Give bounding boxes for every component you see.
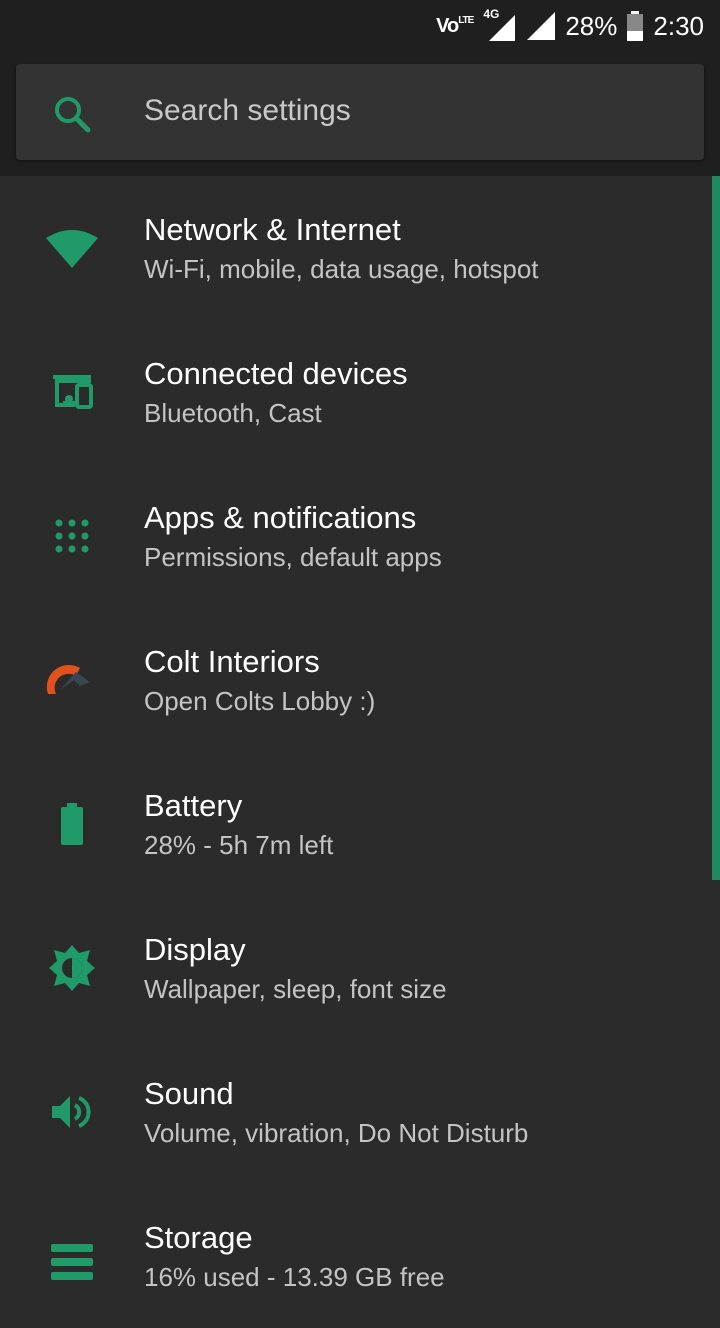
colt-logo-icon	[40, 652, 104, 708]
settings-item-storage[interactable]: Storage 16% used - 13.39 GB free	[0, 1184, 710, 1328]
search-bar[interactable]: Search settings	[16, 64, 704, 160]
battery-percent: 28%	[565, 10, 618, 41]
item-title: Battery	[144, 788, 243, 823]
volte-lte-icon: VoLTE	[436, 14, 474, 37]
settings-item-network[interactable]: Network & Internet Wi-Fi, mobile, data u…	[0, 176, 710, 320]
item-title: Sound	[144, 1076, 234, 1111]
search-icon	[55, 97, 91, 133]
brightness-icon	[40, 940, 104, 996]
settings-item-colt-interiors[interactable]: Colt Interiors Open Colts Lobby :)	[0, 608, 710, 752]
item-subtitle: Wi-Fi, mobile, data usage, hotspot	[144, 254, 539, 284]
item-title: Colt Interiors	[144, 644, 320, 679]
item-subtitle: 28% - 5h 7m left	[144, 830, 334, 860]
battery-icon	[627, 11, 644, 41]
scrollbar[interactable]	[712, 176, 720, 880]
item-subtitle: Open Colts Lobby :)	[144, 686, 376, 716]
item-title: Storage	[144, 1220, 253, 1255]
item-title: Display	[144, 932, 246, 967]
settings-item-battery[interactable]: Battery 28% - 5h 7m left	[0, 752, 710, 896]
item-subtitle: Wallpaper, sleep, font size	[144, 974, 447, 1004]
wifi-icon	[40, 220, 104, 276]
devices-icon	[40, 364, 104, 420]
settings-item-apps[interactable]: Apps & notifications Permissions, defaul…	[0, 464, 710, 608]
item-subtitle: Permissions, default apps	[144, 542, 442, 572]
settings-list[interactable]: Network & Internet Wi-Fi, mobile, data u…	[0, 176, 720, 1292]
settings-item-sound[interactable]: Sound Volume, vibration, Do Not Disturb	[0, 1040, 710, 1184]
volume-icon	[40, 1084, 104, 1140]
header-area: VoLTE 4G 28% 2:30 Search settings	[0, 0, 720, 176]
item-subtitle: Bluetooth, Cast	[144, 398, 322, 428]
item-subtitle: 16% used - 13.39 GB free	[144, 1262, 445, 1292]
signal-icon	[527, 12, 556, 40]
signal-4g-icon: 4G	[483, 7, 517, 41]
battery-icon	[40, 796, 104, 852]
settings-item-connected-devices[interactable]: Connected devices Bluetooth, Cast	[0, 320, 710, 464]
settings-item-display[interactable]: Display Wallpaper, sleep, font size	[0, 896, 710, 1040]
status-bar: VoLTE 4G 28% 2:30	[436, 6, 704, 46]
item-title: Connected devices	[144, 356, 408, 391]
apps-grid-icon	[40, 508, 104, 564]
item-title: Apps & notifications	[144, 500, 417, 535]
search-input[interactable]: Search settings	[144, 94, 351, 128]
clock: 2:30	[653, 10, 704, 41]
storage-icon	[40, 1236, 104, 1292]
item-subtitle: Volume, vibration, Do Not Disturb	[144, 1118, 529, 1148]
item-title: Network & Internet	[144, 212, 401, 247]
